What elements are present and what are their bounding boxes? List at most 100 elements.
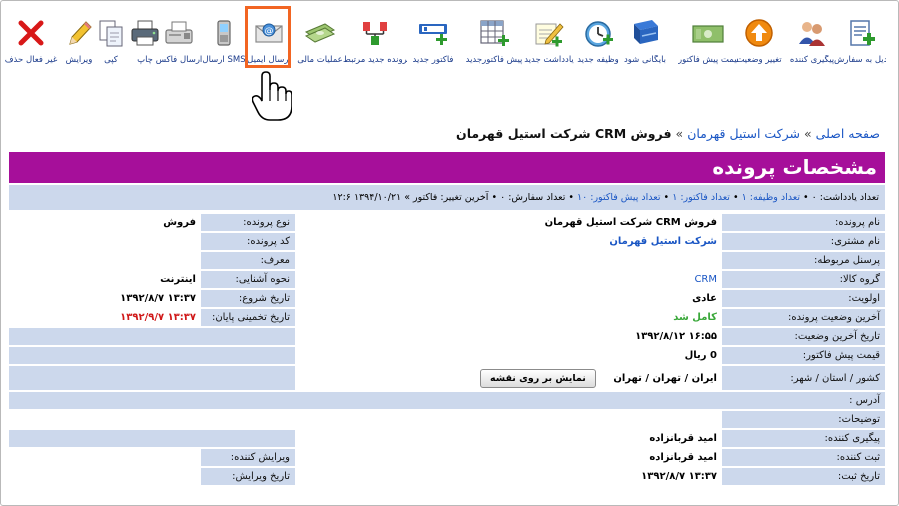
new-linked-case-button[interactable]: پرونده جدید مرتبط	[343, 14, 407, 70]
invoices-count-link[interactable]: تعداد فاکتور: ۱	[672, 192, 730, 203]
invoice-icon	[419, 24, 447, 45]
field-label: قیمت پیش فاکتور:	[722, 347, 885, 364]
edit-date-value	[9, 468, 201, 485]
breadcrumb-customer-link[interactable]: شرکت استیل قهرمان	[687, 126, 800, 141]
convert-to-order-label: تبدیل به سفارش	[834, 55, 886, 65]
deactivate-delete-label: غیر فعال حذف	[4, 55, 58, 65]
field-label: پرسنل مربوطه:	[722, 252, 885, 269]
email-button-highlight	[245, 6, 291, 68]
field-label: نام پرونده:	[722, 214, 885, 231]
field-label: ثبت کننده:	[722, 449, 885, 466]
customer-link[interactable]: شرکت استیل قهرمان	[609, 236, 717, 247]
alarm-clock-icon	[585, 21, 613, 47]
case-type-value: فروش	[9, 214, 201, 231]
financial-operations-label: عملیات مالی	[297, 55, 343, 65]
red-x-icon	[18, 20, 44, 46]
table-row: پرسنل مربوطه: معرف:	[9, 252, 885, 269]
field-label: کد پرونده:	[201, 233, 295, 250]
registrar-value: امید قربانزاده	[295, 449, 722, 466]
referrer-value	[9, 252, 201, 269]
field-label: آدرس :	[722, 392, 885, 409]
field-label: تاریخ شروع:	[201, 290, 295, 307]
document-add-icon	[850, 20, 875, 46]
send-sms-button[interactable]: ارسال SMS	[202, 14, 246, 70]
field-label: آخرین وضعیت پرونده:	[722, 309, 885, 326]
new-invoice-label: فاکتور جدید	[412, 55, 454, 65]
table-row: آدرس :	[9, 392, 885, 409]
registration-date-value: ۱۳:۳۷ ۱۳۹۲/۸/۷	[295, 468, 722, 485]
banknote-icon	[692, 25, 724, 43]
follower-value: امید قربانزاده	[295, 430, 722, 447]
new-invoice-button[interactable]: فاکتور جدید	[408, 14, 458, 70]
field-label: تاریخ تخمینی پایان:	[201, 309, 295, 326]
send-sms-label: ارسال SMS	[202, 55, 246, 65]
table-row: قیمت پیش فاکتور: 0 ریال	[9, 347, 885, 364]
start-date-value: ۱۳:۳۷ ۱۳۹۲/۸/۷	[9, 290, 201, 307]
print-button[interactable]: چاپ	[128, 14, 162, 70]
breadcrumb-home-link[interactable]: صفحه اصلی	[816, 126, 880, 141]
table-row: گروه کالا: CRM نحوه آشنایی: اینترنت	[9, 271, 885, 288]
table-add-icon	[480, 20, 509, 46]
financial-operations-button[interactable]: عملیات مالی	[297, 14, 343, 70]
field-label: پیگیری کننده:	[722, 430, 885, 447]
field-label: تاریخ آخرین وضعیت:	[722, 328, 885, 345]
table-row: ثبت کننده: امید قربانزاده ویرایش کننده:	[9, 449, 885, 466]
show-on-map-button[interactable]: نمایش بر روی نقشه	[480, 368, 596, 388]
convert-to-order-button[interactable]: تبدیل به سفارش	[834, 14, 886, 70]
archive-book-icon	[634, 20, 658, 44]
new-task-button[interactable]: وظیفه جدید	[576, 14, 620, 70]
note-pencil-icon	[535, 23, 564, 47]
hand-cursor-icon	[252, 71, 292, 121]
new-linked-case-label: پرونده جدید مرتبط	[343, 55, 407, 65]
table-row: پیگیری کننده: امید قربانزاده	[9, 430, 885, 447]
proforma-price-label: قیمت پیش فاکتور	[678, 55, 738, 65]
proforma-price-value: 0 ریال	[295, 347, 722, 364]
acquaintance-value: اینترنت	[9, 271, 201, 288]
follower-button[interactable]: پیگیری کننده	[790, 14, 834, 70]
field-label: اولویت:	[722, 290, 885, 307]
change-status-button[interactable]: تغییر وضعیت	[736, 14, 782, 70]
notes-count: تعداد یادداشت: ۰	[811, 192, 879, 203]
product-group-link[interactable]: CRM	[694, 274, 717, 285]
new-proforma-label: پیش فاکتورجدید	[465, 55, 523, 65]
orange-up-arrow-icon	[745, 19, 773, 47]
copy-icon	[99, 20, 123, 47]
table-row: توضیحات:	[9, 411, 885, 428]
fax-icon	[165, 21, 193, 44]
field-label: نحوه آشنایی:	[201, 271, 295, 288]
last-change: آخرین تغییر: فاکتور » ۱۳۹۴/۱۰/۲۱ ۱۲:۶	[332, 192, 489, 203]
new-note-label: یادداشت جدید	[524, 55, 574, 65]
table-row: آخرین وضعیت پرونده: کامل شد تاریخ تخمینی…	[9, 309, 885, 326]
proforma-price-button[interactable]: قیمت پیش فاکتور	[678, 14, 738, 70]
orders-count: تعداد سفارش: ۰	[500, 192, 566, 203]
last-status-value: کامل شد	[295, 309, 722, 326]
new-note-button[interactable]: یادداشت جدید	[524, 14, 574, 70]
table-row: اولویت: عادی تاریخ شروع: ۱۳:۳۷ ۱۳۹۲/۸/۷	[9, 290, 885, 307]
printer-icon	[131, 20, 159, 46]
mobile-phone-icon	[217, 20, 231, 46]
staff-value	[295, 252, 722, 269]
table-row: کشور / استان / شهر: ایران / تهران / تهرا…	[9, 366, 885, 390]
pencil-icon	[69, 21, 92, 45]
breadcrumb-separator: »	[804, 126, 812, 141]
last-status-date-value: ۱۶:۵۵ ۱۳۹۲/۸/۱۲	[295, 328, 722, 345]
case-code-value	[9, 233, 201, 250]
table-row: نام پرونده: فروش CRM شرکت استیل قهرمان ن…	[9, 214, 885, 231]
follower-label: پیگیری کننده	[789, 55, 835, 65]
edit-label: ویرایش	[65, 55, 93, 65]
estimated-end-value: ۱۳:۳۷ ۱۳۹۲/۹/۷	[9, 309, 201, 326]
toolbar: تبدیل به سفارش پیگیری کننده تغییر وضعیت …	[4, 14, 894, 70]
description-value	[9, 411, 722, 428]
table-row: نام مشتری: شرکت استیل قهرمان کد پرونده:	[9, 233, 885, 250]
field-label: تاریخ ثبت:	[722, 468, 885, 485]
proformas-count-link[interactable]: تعداد پیش فاکتور: ۱۰	[577, 192, 661, 203]
deactivate-delete-button[interactable]: غیر فعال حذف	[5, 14, 57, 70]
archive-button[interactable]: بایگانی شود	[623, 14, 667, 70]
field-label: نام مشتری:	[722, 233, 885, 250]
connection-nodes-icon	[363, 22, 387, 45]
edit-button[interactable]: ویرایش	[62, 14, 96, 70]
new-proforma-button[interactable]: پیش فاکتورجدید	[466, 14, 522, 70]
page-title: مشخصات پرونده	[9, 152, 885, 183]
tasks-count-link[interactable]: تعداد وظیفه: ۱	[742, 192, 800, 203]
case-details-table: نام پرونده: فروش CRM شرکت استیل قهرمان ن…	[9, 212, 885, 487]
